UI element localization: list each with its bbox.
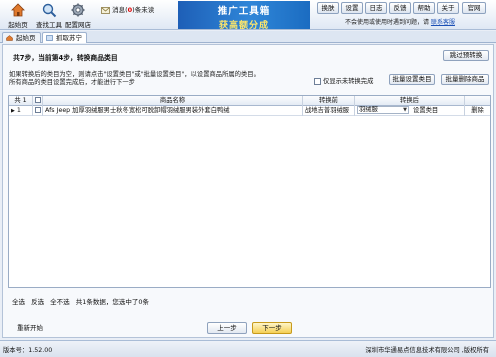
toolbar-home-button[interactable]: 起始页 (3, 1, 33, 29)
grid-header-ops (465, 96, 490, 106)
message-prefix: 消息( (112, 6, 128, 14)
description-line-1: 如果转换后的类目为空，则请点击"设置类目"或"批量设置类目"，以设置商品所属的类… (9, 71, 260, 78)
feedback-button[interactable]: 反馈 (389, 2, 411, 14)
grid-header-after: 转换后 (355, 96, 465, 106)
restart-link[interactable]: 重新开始 (17, 322, 43, 332)
chevron-down-icon: ▼ (403, 107, 407, 113)
only-untranslated-label: 仅显示未转换完成 (323, 78, 374, 85)
prev-step-button[interactable]: 上一步 (207, 322, 247, 334)
step-description: 如果转换后的类目为空，则请点击"设置类目"或"批量设置类目"，以设置商品所属的类… (9, 71, 260, 86)
product-grid: 共 1 商品名称 转换前 转换后 ▶ 1 Afs Jeep 加厚羽绒服男士秋冬宽… (8, 95, 491, 288)
grid-header-count: 共 1 (9, 96, 33, 106)
search-icon (42, 3, 57, 18)
selection-summary: 共1条数据，您选中了0条 (75, 298, 150, 306)
row-checkbox[interactable] (35, 107, 41, 113)
log-button[interactable]: 日志 (365, 2, 387, 14)
message-suffix: )条未读 (132, 6, 155, 14)
about-button[interactable]: 关于 (437, 2, 459, 14)
grid-header-row: 共 1 商品名称 转换前 转换后 (9, 96, 490, 106)
row-select-cell (33, 106, 43, 116)
help-button[interactable]: 帮助 (413, 2, 435, 14)
row-pointer-icon: ▶ (11, 108, 15, 114)
copyright-label: 深圳市华通易点信息技术有限公司 ,版权所有 (365, 347, 489, 354)
contact-support-link[interactable]: 联系客服 (431, 19, 455, 26)
row-category-after-cell: 羽绒服 ▼ 设置类目 (355, 106, 465, 116)
banner-line-1: 推广工具箱 (217, 6, 271, 17)
promo-banner[interactable]: 推广工具箱 获高额分成 (178, 1, 310, 29)
grid-header-before: 转换前 (303, 96, 355, 106)
tab-start-label: 起始页 (16, 34, 36, 42)
row-category-before: 战地吉普羽绒服 (303, 106, 355, 116)
grid-header-select (33, 96, 43, 106)
home-tab-icon (6, 35, 13, 41)
next-step-button[interactable]: 下一步 (252, 322, 292, 334)
main-panel: 共7步，当前第4步，转换商品类目 跳过预转换 如果转换后的类目为空，则请点击"设… (2, 44, 494, 338)
row-category-after-select[interactable]: 羽绒服 ▼ (357, 106, 409, 114)
skin-button[interactable]: 换肤 (317, 2, 339, 14)
grid-header-name: 商品名称 (43, 96, 303, 106)
selection-bar: 全选 反选 全不选 共1条数据，您选中了0条 (12, 296, 149, 306)
row-delete-link[interactable]: 删除 (465, 106, 490, 116)
status-bar: 版本号：1.52.00 深圳市华通易点信息技术有限公司 ,版权所有 (0, 340, 496, 357)
toolbar-config-label: 配置网店 (65, 21, 91, 29)
website-button[interactable]: 官网 (462, 2, 486, 14)
notice-text: 不会使用或使用时遇到问题，请 (345, 19, 430, 26)
row-product-name: Afs Jeep 加厚羽绒服男士秋冬宽松可脱卸帽羽绒服男装外套白鸭绒 (43, 106, 303, 116)
tab-grab-suning[interactable]: 抓取苏宁 (42, 32, 87, 43)
gear-icon (71, 3, 85, 17)
unread-messages-link[interactable]: 消息(0)条未读 (101, 4, 154, 14)
description-line-2: 所有商品的类目设置完成后，才能进行下一步 (9, 78, 135, 86)
select-all-link[interactable]: 全选 (12, 298, 25, 306)
step-title: 共7步，当前第4步，转换商品类目 (13, 54, 118, 62)
top-toolbar: 起始页 查找工具 配置网店 消息(0)条未读 推广工具箱 获高额分成 换肤 设置… (0, 0, 496, 30)
only-untranslated-toggle[interactable]: 仅显示未转换完成 (314, 76, 373, 85)
table-row[interactable]: ▶ 1 Afs Jeep 加厚羽绒服男士秋冬宽松可脱卸帽羽绒服男装外套白鸭绒 战… (9, 106, 490, 116)
envelope-icon (101, 6, 110, 14)
select-none-link[interactable]: 全不选 (50, 298, 70, 306)
tab-start-page[interactable]: 起始页 (2, 32, 41, 43)
select-all-checkbox[interactable] (35, 97, 41, 103)
row-index: 1 (16, 107, 21, 114)
row-category-after-value: 羽绒服 (359, 106, 378, 113)
batch-set-category-button[interactable]: 批量设置类目 (389, 74, 435, 85)
support-notice: 不会使用或使用时遇到问题，请 联系客服 (345, 17, 455, 26)
batch-delete-button[interactable]: 批量删除商品 (441, 74, 489, 85)
home-icon (11, 3, 25, 17)
settings-button[interactable]: 设置 (341, 2, 363, 14)
toolbar-home-label: 起始页 (8, 21, 28, 29)
toolbar-search-button[interactable]: 查找工具 (34, 1, 64, 29)
row-index-cell: ▶ 1 (9, 106, 33, 116)
tab-bar: 起始页 抓取苏宁 (0, 31, 496, 43)
banner-line-2: 获高额分成 (218, 21, 269, 29)
tab-suning-label: 抓取苏宁 (56, 34, 82, 42)
only-untranslated-checkbox[interactable] (314, 77, 321, 85)
skip-preconvert-button[interactable]: 跳过预转换 (443, 50, 489, 61)
page-tab-icon (46, 35, 53, 41)
invert-selection-link[interactable]: 反选 (31, 298, 44, 306)
version-label: 版本号：1.52.00 (3, 347, 53, 354)
toolbar-config-button[interactable]: 配置网店 (63, 1, 93, 29)
row-set-category-link[interactable]: 设置类目 (413, 107, 438, 114)
toolbar-search-label: 查找工具 (36, 21, 62, 29)
